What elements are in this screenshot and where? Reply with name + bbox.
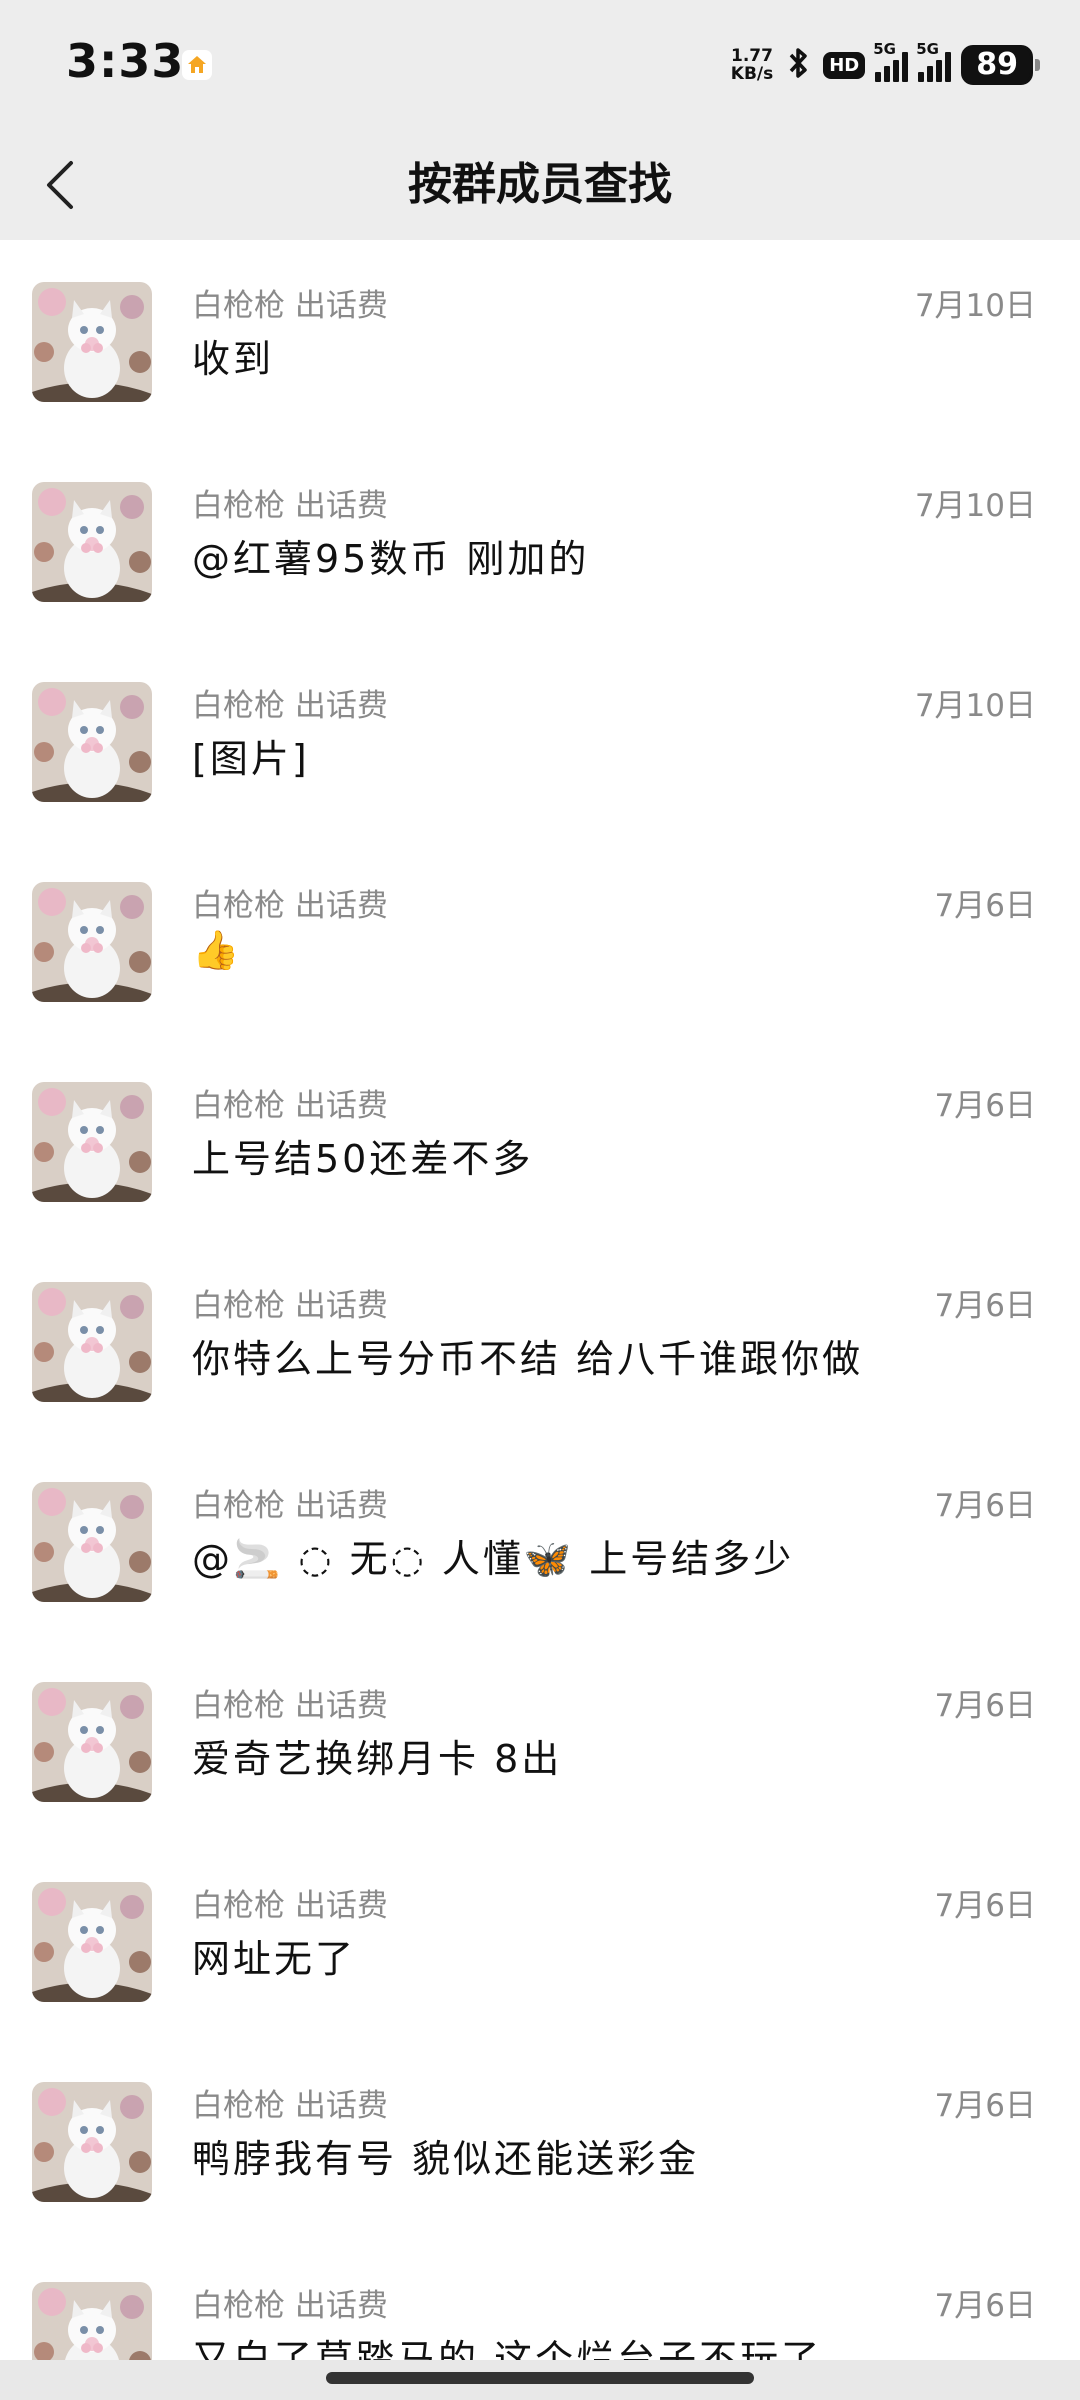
sender-name: 白枪枪 出话费 (192, 888, 388, 924)
avatar[interactable] (32, 882, 152, 1002)
avatar[interactable] (32, 2282, 152, 2360)
bluetooth-icon (783, 46, 813, 84)
message-row[interactable]: 白枪枪 出话费 7月6日上号结50还差不多 (0, 1040, 1080, 1240)
message-date: 7月10日 (914, 688, 1036, 724)
system-icons: 1.77 KB/s HD 5G 5G 89 (731, 40, 1040, 88)
sender-name: 白枪枪 出话费 (192, 288, 388, 324)
network-speed-unit: KB/s (730, 64, 774, 84)
home-app-icon (182, 50, 212, 80)
message-list[interactable]: 白枪枪 出话费 7月10日 收到 白枪枪 出话费 7月10日 @红薯95数币 刚加的 白… (0, 240, 1080, 2360)
message-date: 7月6日 (934, 1088, 1036, 1124)
message-date: 7月6日 (934, 2288, 1036, 2324)
avatar[interactable] (32, 1682, 152, 1802)
message-text: @🚬 ◌ 无◌ 人懂🦋 上号结多少 (192, 1537, 795, 1581)
home-indicator[interactable] (326, 2372, 754, 2384)
avatar[interactable] (32, 1082, 152, 1202)
network-speed-value: 1.77 (731, 46, 773, 66)
battery-level: 89 (961, 45, 1033, 85)
message-row[interactable]: 白枪枪 出话费 7月6日 @🚬 ◌ 无◌ 人懂🦋 上号结多少 (0, 1440, 1080, 1640)
signal-sim1-icon: 5G (873, 40, 909, 82)
avatar[interactable] (32, 1882, 152, 2002)
message-text: 爱奇艺换绑月卡 8出 (192, 1737, 563, 1781)
battery-icon: 89 (961, 45, 1040, 85)
message-text: 鸭脖我有号 貌似还能送彩金 (192, 2137, 700, 2181)
message-text: 上号结50还差不多 (192, 1137, 534, 1181)
message-date: 7月6日 (934, 1688, 1036, 1724)
message-date: 7月10日 (914, 488, 1036, 524)
message-row[interactable]: 白枪枪 出话费 7月6日你特么上号分币不结 给八千谁跟你做 (0, 1240, 1080, 1440)
message-row[interactable]: 白枪枪 出话费 7月6日爱奇艺换绑月卡 8出 (0, 1640, 1080, 1840)
page-title: 按群成员查找 (408, 159, 672, 210)
avatar[interactable] (32, 2082, 152, 2202)
message-date: 7月6日 (934, 2088, 1036, 2124)
message-date: 7月6日 (934, 1488, 1036, 1524)
message-text: 网址无了 (192, 1937, 357, 1981)
message-row[interactable]: 白枪枪 出话费 7月6日网址无了 (0, 1840, 1080, 2040)
gesture-bar (0, 2360, 1080, 2400)
sim1-network-type: 5G (873, 40, 896, 58)
message-row[interactable]: 白枪枪 出话费 7月10日 @红薯95数币 刚加的 (0, 440, 1080, 640)
message-row[interactable]: 白枪枪 出话费 7月10日 [图片] (0, 640, 1080, 840)
header: 按群成员查找 (0, 130, 1080, 240)
avatar[interactable] (32, 482, 152, 602)
message-date: 7月6日 (934, 1888, 1036, 1924)
message-row[interactable]: 白枪枪 出话费 7月6日又白了草踏马的 这个烂台子不玩了 (0, 2240, 1080, 2360)
avatar[interactable] (32, 282, 152, 402)
sender-name: 白枪枪 出话费 (192, 1488, 388, 1524)
message-date: 7月10日 (914, 288, 1036, 324)
sender-name: 白枪枪 出话费 (192, 2088, 388, 2124)
avatar[interactable] (32, 1282, 152, 1402)
message-text: @红薯95数币 刚加的 (192, 537, 590, 581)
message-text: 又白了草踏马的 这个烂台子不玩了 (192, 2337, 823, 2360)
sim2-network-type: 5G (916, 40, 939, 58)
status-bar: 3:33 1.77 KB/s HD 5G 5G 89 (0, 0, 1080, 130)
sender-name: 白枪枪 出话费 (192, 488, 388, 524)
sender-name: 白枪枪 出话费 (192, 1888, 388, 1924)
message-text: [图片] (192, 737, 310, 781)
avatar[interactable] (32, 1482, 152, 1602)
avatar[interactable] (32, 682, 152, 802)
message-row[interactable]: 白枪枪 出话费 7月6日鸭脖我有号 貌似还能送彩金 (0, 2040, 1080, 2240)
message-row[interactable]: 白枪枪 出话费 7月10日收到 (0, 240, 1080, 440)
hd-voice-icon: HD (823, 51, 866, 79)
sender-name: 白枪枪 出话费 (192, 688, 388, 724)
message-date: 7月6日 (934, 1288, 1036, 1324)
status-time: 3:33 (66, 34, 185, 88)
sender-name: 白枪枪 出话费 (192, 1688, 388, 1724)
sender-name: 白枪枪 出话费 (192, 2288, 388, 2324)
message-text: 收到 (192, 337, 275, 381)
message-text: 你特么上号分币不结 给八千谁跟你做 (192, 1337, 864, 1381)
message-date: 7月6日 (934, 888, 1036, 924)
network-speed: 1.77 KB/s (731, 47, 773, 83)
signal-sim2-icon: 5G (916, 40, 952, 82)
sender-name: 白枪枪 出话费 (192, 1088, 388, 1124)
message-text: 👍 (192, 928, 243, 972)
message-row[interactable]: 白枪枪 出话费 7月6日 👍 (0, 840, 1080, 1040)
sender-name: 白枪枪 出话费 (192, 1288, 388, 1324)
